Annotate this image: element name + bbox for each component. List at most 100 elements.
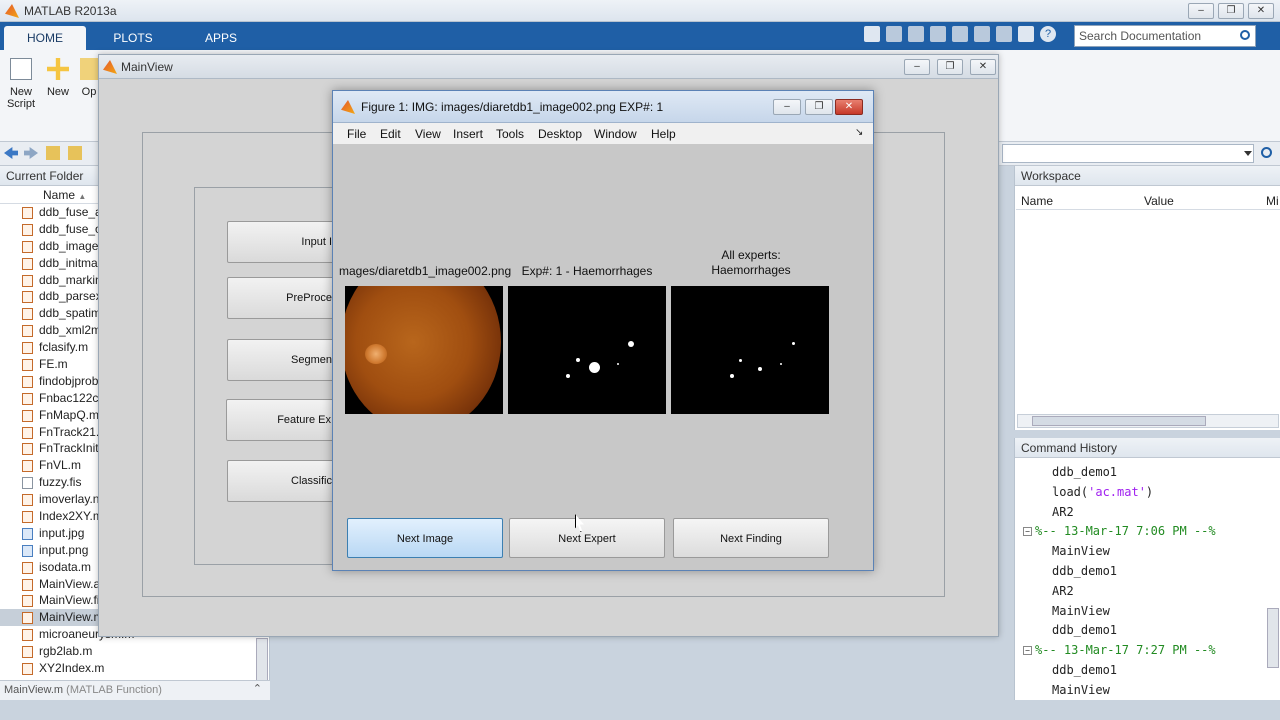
file-name: fclasify.m bbox=[39, 340, 89, 355]
file-list-item[interactable]: XY2Index.m bbox=[0, 660, 269, 677]
browse-folder-icon[interactable] bbox=[68, 146, 82, 160]
file-name: ddb_xml2m bbox=[39, 323, 102, 338]
file-name: MainView.fi bbox=[39, 593, 100, 608]
scrollbar[interactable] bbox=[1267, 608, 1279, 668]
feature-extraction-button[interactable]: Feature Ex bbox=[226, 399, 338, 441]
close-button[interactable]: ✕ bbox=[835, 99, 863, 115]
new-button[interactable]: New bbox=[44, 58, 72, 98]
up-folder-icon[interactable] bbox=[46, 146, 60, 160]
history-command[interactable]: AR2 bbox=[1015, 581, 1280, 601]
back-arrow-icon[interactable] bbox=[4, 147, 18, 159]
history-command[interactable]: ddb_demo1 bbox=[1015, 620, 1280, 640]
maximize-button[interactable]: ❐ bbox=[937, 59, 963, 75]
new-script-label: New Script bbox=[6, 86, 36, 110]
min-column-header[interactable]: Mi bbox=[1266, 194, 1279, 208]
menu-file[interactable]: File bbox=[347, 127, 366, 141]
history-session-header[interactable]: − %-- 13-Mar-17 7:06 PM --% bbox=[1015, 521, 1280, 541]
menu-desktop[interactable]: Desktop bbox=[538, 127, 582, 141]
file-name: ddb_images bbox=[39, 238, 105, 253]
menu-help[interactable]: Help bbox=[651, 127, 676, 141]
matlab-file-icon bbox=[22, 392, 33, 405]
close-button[interactable]: ✕ bbox=[970, 59, 996, 75]
menu-view[interactable]: View bbox=[415, 127, 441, 141]
history-command[interactable]: MainView bbox=[1015, 541, 1280, 561]
history-command[interactable]: ddb_demo1 bbox=[1015, 660, 1280, 680]
command-text-tail: ) bbox=[1145, 484, 1154, 499]
file-name: input.png bbox=[39, 542, 89, 557]
preprocess-button[interactable]: PreProce bbox=[227, 277, 339, 319]
file-list-item[interactable]: rgb2lab.m bbox=[0, 643, 269, 660]
horizontal-scrollbar[interactable] bbox=[1017, 414, 1279, 428]
forward-arrow-icon[interactable] bbox=[24, 147, 38, 159]
collapse-toggle-icon[interactable]: − bbox=[1023, 527, 1032, 537]
search-icon[interactable] bbox=[1261, 147, 1272, 158]
scrollbar-thumb[interactable] bbox=[1032, 416, 1206, 426]
history-command[interactable]: MainView bbox=[1015, 680, 1280, 700]
session-timestamp: %-- 13-Mar-17 7:27 PM --% bbox=[1035, 643, 1216, 658]
classification-button[interactable]: Classific bbox=[227, 460, 339, 502]
save-icon[interactable] bbox=[886, 26, 902, 42]
cut-icon[interactable] bbox=[908, 26, 924, 42]
menu-edit[interactable]: Edit bbox=[380, 127, 401, 141]
path-input[interactable] bbox=[1002, 144, 1254, 163]
figure-title-bar: Figure 1: IMG: images/diaretdb1_image002… bbox=[333, 91, 873, 123]
matlab-logo-icon bbox=[341, 100, 355, 114]
file-name: input.jpg bbox=[39, 525, 85, 540]
matlab-file-icon bbox=[22, 359, 33, 372]
next-image-button[interactable]: Next Image bbox=[347, 518, 503, 558]
command-text: ddb_demo1 bbox=[1052, 623, 1118, 638]
axes-title-image: mages/diaretdb1_image002.png bbox=[339, 264, 511, 278]
tab-home[interactable]: HOME bbox=[4, 26, 86, 50]
minimize-button[interactable]: – bbox=[773, 99, 801, 115]
copy-icon[interactable] bbox=[930, 26, 946, 42]
command-text: AR2 bbox=[1052, 504, 1074, 519]
history-command[interactable]: ddb_demo1 bbox=[1015, 561, 1280, 581]
name-column-header[interactable]: Name bbox=[1021, 194, 1053, 208]
app-title-bar: MATLAB R2013a – ❐ ✕ bbox=[0, 0, 1280, 22]
history-command[interactable]: AR2 bbox=[1015, 502, 1280, 522]
switch-windows-icon[interactable] bbox=[1018, 26, 1034, 42]
chevron-up-icon[interactable]: ⌃ bbox=[253, 682, 262, 695]
workspace-column-headers: Name Value Mi bbox=[1016, 190, 1280, 210]
segmentation-button[interactable]: Segmen bbox=[227, 339, 339, 381]
history-command[interactable]: ddb_demo1 bbox=[1015, 462, 1280, 482]
help-icon[interactable]: ? bbox=[1040, 26, 1056, 42]
history-command[interactable]: MainView bbox=[1015, 601, 1280, 621]
close-button[interactable]: ✕ bbox=[1248, 3, 1274, 19]
history-command[interactable]: load('ac.mat') bbox=[1015, 482, 1280, 502]
file-name: ddb_initma bbox=[39, 255, 98, 270]
command-text: ddb_demo1 bbox=[1052, 662, 1118, 677]
maximize-button[interactable]: ❐ bbox=[1218, 3, 1244, 19]
new-script-button[interactable]: New Script bbox=[4, 58, 38, 110]
minimize-button[interactable]: – bbox=[1188, 3, 1214, 19]
shortcut-icon[interactable] bbox=[864, 26, 880, 42]
menu-insert[interactable]: Insert bbox=[453, 127, 483, 141]
maximize-button[interactable]: ❐ bbox=[805, 99, 833, 115]
menu-tools[interactable]: Tools bbox=[496, 127, 524, 141]
next-expert-button[interactable]: Next Expert bbox=[509, 518, 665, 558]
search-icon[interactable] bbox=[1240, 30, 1250, 40]
command-history-header: Command History bbox=[1015, 438, 1280, 458]
undo-icon[interactable] bbox=[974, 26, 990, 42]
tab-plots[interactable]: PLOTS bbox=[92, 26, 174, 50]
file-name: Fnbac122ca bbox=[39, 390, 106, 405]
chevron-down-icon[interactable] bbox=[1244, 151, 1252, 156]
dock-arrow-icon[interactable]: ↘ bbox=[855, 127, 863, 138]
minimize-button[interactable]: – bbox=[904, 59, 930, 75]
file-name: Index2XY.m bbox=[39, 509, 103, 524]
tab-apps[interactable]: APPS bbox=[180, 26, 262, 50]
redo-icon[interactable] bbox=[996, 26, 1012, 42]
paste-icon[interactable] bbox=[952, 26, 968, 42]
menu-window[interactable]: Window bbox=[594, 127, 637, 141]
collapse-toggle-icon[interactable]: − bbox=[1023, 646, 1032, 656]
open-button[interactable]: Op bbox=[80, 58, 98, 98]
file-name: FnVL.m bbox=[39, 458, 82, 473]
input-image-button[interactable]: Input I bbox=[227, 221, 339, 263]
history-session-header[interactable]: − %-- 13-Mar-17 7:27 PM --% bbox=[1015, 640, 1280, 660]
search-documentation-input[interactable]: Search Documentation bbox=[1074, 25, 1256, 47]
matlab-file-icon bbox=[22, 240, 33, 253]
matlab-file-icon bbox=[22, 511, 33, 524]
next-finding-button[interactable]: Next Finding bbox=[673, 518, 829, 558]
value-column-header[interactable]: Value bbox=[1144, 194, 1174, 208]
optic-disc bbox=[365, 344, 387, 364]
